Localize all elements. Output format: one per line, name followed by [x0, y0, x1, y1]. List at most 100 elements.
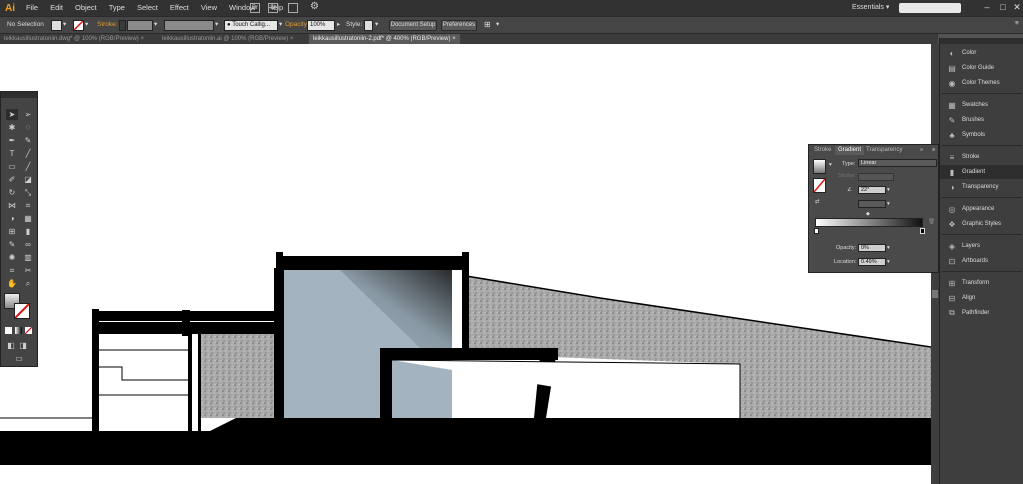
opacity-field[interactable]: 100% [307, 20, 335, 31]
artboard-tool-icon[interactable]: ⌗ [6, 265, 18, 276]
curvature-icon[interactable]: ✎ [22, 135, 34, 146]
menu-select[interactable]: Select [131, 0, 164, 16]
dock-item-symbols[interactable]: ♣ Symbols [940, 128, 1023, 142]
dock-item-pathfinder[interactable]: ⧉ Pathfinder [940, 306, 1023, 320]
lasso-icon[interactable]: ◌ [22, 122, 34, 133]
dock-item-layers[interactable]: ◈ Layers [940, 239, 1023, 253]
stroke-gradient-buttons[interactable] [858, 173, 894, 181]
stroke-label[interactable]: Stroke: [97, 21, 118, 28]
arrange-icon[interactable]: ⊞ [484, 20, 491, 29]
control-panel-menu-icon[interactable]: ≡ [1015, 20, 1019, 27]
variable-width-profile[interactable] [164, 20, 214, 31]
arrange-dropdown-icon[interactable]: ▾ [496, 20, 499, 28]
selection-tool-icon[interactable]: ➤ [6, 109, 18, 120]
scroll-thumb[interactable] [932, 290, 938, 298]
panel-menu-icon[interactable]: ≡ [932, 147, 935, 153]
dock-item-gradient[interactable]: ▮ Gradient [940, 165, 1023, 179]
opacity-label[interactable]: Opacity: [285, 21, 309, 28]
stroke-dropdown-icon[interactable]: ▾ [85, 20, 88, 28]
dock-item-appearance[interactable]: ◎ Appearance [940, 202, 1023, 216]
direct-selection-icon[interactable]: ➢ [22, 109, 34, 120]
brush-definition[interactable]: ● Touch Callig... [224, 20, 278, 31]
dock-item-artboards[interactable]: ⊡ Artboards [940, 254, 1023, 268]
gpu-performance-icon[interactable]: ⚙ [310, 1, 319, 12]
color-mode-icon[interactable] [5, 327, 12, 334]
rotate-icon[interactable]: ↻ [6, 187, 18, 198]
tab-close-icon[interactable]: × [452, 36, 456, 42]
tab-gradient[interactable]: Gradient [835, 146, 865, 155]
scale-icon[interactable]: ⤡ [22, 187, 34, 198]
gradient-stop-right[interactable] [920, 228, 925, 234]
tab-close-icon[interactable]: × [140, 36, 144, 42]
draw-mode-icon[interactable]: ◧ [5, 340, 17, 351]
magic-wand-icon[interactable]: ✱ [6, 122, 18, 133]
workspace-switcher[interactable]: Essentials ▾ [852, 3, 889, 11]
symbol-sprayer-icon[interactable]: ✺ [6, 252, 18, 263]
rectangle-icon[interactable]: ▭ [6, 161, 18, 172]
shaper-icon[interactable]: ✐ [6, 174, 18, 185]
dock-item-brushes[interactable]: ✎ Brushes [940, 113, 1023, 127]
stock-icon[interactable]: St [268, 3, 278, 13]
graphic-style-swatch[interactable] [364, 20, 373, 31]
dock-item-color-guide[interactable]: ▤ Color Guide [940, 61, 1023, 75]
gradient-thumbnail[interactable] [813, 159, 826, 174]
gradient-tool-icon[interactable]: ▮ [22, 226, 34, 237]
fill-stroke-swatch[interactable] [813, 178, 826, 193]
dock-item-graphic-styles[interactable]: ❖ Graphic Styles [940, 217, 1023, 231]
thumbnail-dropdown-icon[interactable]: ▾ [829, 162, 832, 168]
tab-document-1[interactable]: leikkausillustratoniin.dwg* @ 100% (RGB/… [0, 34, 148, 44]
hand-icon[interactable]: ✋ [6, 278, 18, 289]
angle-dropdown-icon[interactable]: ▾ [887, 187, 890, 193]
stroke-weight-stepper[interactable] [119, 20, 126, 31]
maximize-icon[interactable]: □ [996, 2, 1010, 13]
dock-header[interactable] [940, 38, 1023, 44]
aspect-ratio-field[interactable] [858, 200, 886, 208]
dock-item-transparency[interactable]: ◑ Transparency [940, 180, 1023, 194]
close-icon[interactable]: ✕ [1010, 2, 1023, 13]
zoom-icon[interactable]: ⌕ [22, 278, 34, 289]
eraser-icon[interactable]: ◪ [22, 174, 34, 185]
free-transform-icon[interactable]: ⌗ [22, 200, 34, 211]
column-graph-icon[interactable]: ▥ [22, 252, 34, 263]
dock-item-swatches[interactable]: ▦ Swatches [940, 98, 1023, 112]
minimize-icon[interactable]: – [980, 2, 994, 13]
tab-document-3[interactable]: leikkausillustratoniin-2.pdf* @ 400% (RG… [309, 34, 460, 44]
menu-view[interactable]: View [195, 0, 223, 16]
paintbrush-icon[interactable]: ╱ [22, 161, 34, 172]
bridge-icon[interactable]: Br [250, 3, 260, 13]
eyedropper-icon[interactable]: ✎ [6, 239, 18, 250]
menu-object[interactable]: Object [69, 0, 103, 16]
screen-mode-icon[interactable]: ▭ [13, 353, 25, 364]
tools-panel-header[interactable] [1, 92, 37, 98]
tab-transparency[interactable]: Transparency [863, 146, 905, 155]
reverse-gradient-icon[interactable]: ⇄ [815, 199, 820, 205]
menu-edit[interactable]: Edit [44, 0, 69, 16]
blend-icon[interactable]: ∞ [22, 239, 34, 250]
stroke-weight-field[interactable] [127, 20, 153, 31]
midpoint-diamond-icon[interactable]: ◆ [866, 211, 870, 217]
stroke-color-icon[interactable] [14, 303, 30, 319]
tab-document-2[interactable]: leikkausillustratoniin.ai @ 100% (RGB/Pr… [158, 34, 297, 44]
menu-type[interactable]: Type [103, 0, 131, 16]
search-input[interactable] [899, 3, 961, 13]
angle-field[interactable]: 22° [858, 186, 886, 194]
stroke-swatch[interactable] [73, 20, 84, 31]
shape-builder-icon[interactable]: ◑ [6, 213, 18, 224]
arrange-documents-icon[interactable] [288, 3, 298, 13]
type-select[interactable]: Linear [858, 159, 937, 167]
draw-inside-icon[interactable]: ◨ [17, 340, 29, 351]
dock-item-color[interactable]: ◐ Color [940, 46, 1023, 60]
dock-item-stroke[interactable]: ≡ Stroke [940, 150, 1023, 164]
gradient-mode-icon[interactable] [15, 327, 22, 334]
opacity-dropdown-icon[interactable]: ▾ [887, 245, 890, 251]
tab-stroke[interactable]: Stroke [811, 146, 834, 155]
artboard-canvas[interactable] [0, 44, 931, 484]
mesh-icon[interactable]: ⊞ [6, 226, 18, 237]
width-tool-icon[interactable]: ⋈ [6, 200, 18, 211]
menu-file[interactable]: File [20, 0, 44, 16]
dock-item-align[interactable]: ⊟ Align [940, 291, 1023, 305]
line-segment-icon[interactable]: ╱ [22, 148, 34, 159]
perspective-grid-icon[interactable]: ▦ [22, 213, 34, 224]
gradient-stop-left[interactable] [814, 228, 819, 234]
slice-icon[interactable]: ✂ [22, 265, 34, 276]
